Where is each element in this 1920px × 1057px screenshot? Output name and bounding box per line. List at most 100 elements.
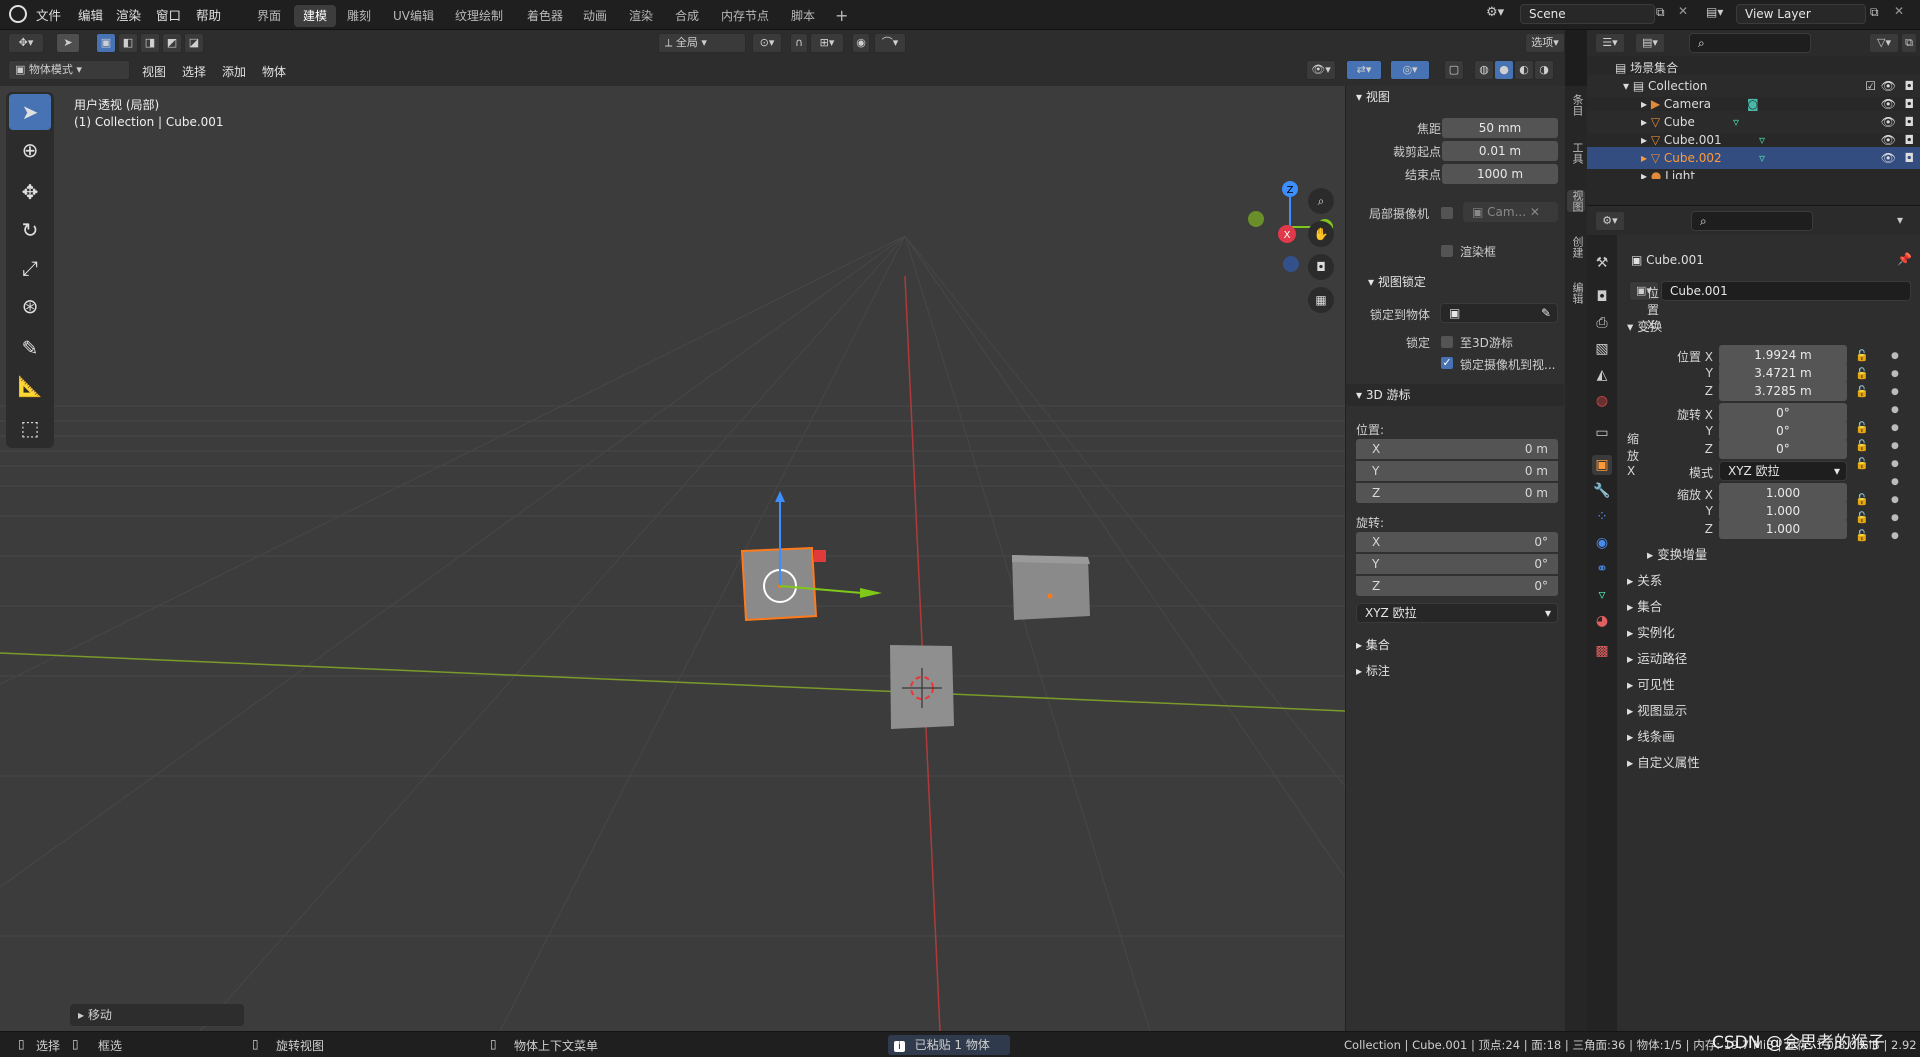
rotation-x-field[interactable]: 0° bbox=[1719, 403, 1847, 423]
outliner-search-input[interactable]: ⌕ bbox=[1689, 33, 1811, 53]
custom-properties-section[interactable]: ▸ 自定义属性 bbox=[1617, 751, 1920, 775]
scene-icon[interactable]: ⚙▾ bbox=[1486, 5, 1516, 25]
tab-uv-editing[interactable]: UV编辑 bbox=[384, 5, 443, 27]
menu-edit[interactable]: 编辑 bbox=[78, 5, 103, 24]
shading-rendered-icon[interactable]: ◑ bbox=[1534, 60, 1554, 80]
rotation-mode-dropdown[interactable]: XYZ 欧拉 ▾ bbox=[1719, 461, 1847, 481]
focal-length-field[interactable]: 50 mm bbox=[1442, 118, 1558, 138]
outliner-editor-icon[interactable]: ☰▾ bbox=[1595, 33, 1625, 53]
tab-compositing[interactable]: 合成 bbox=[666, 5, 708, 27]
world-tab-icon[interactable]: ◍ bbox=[1592, 391, 1612, 411]
scale-tool-icon[interactable]: ⤢ bbox=[9, 250, 51, 286]
tool-tab-icon[interactable]: ⚒ bbox=[1592, 253, 1612, 273]
select-mode-extend-icon[interactable]: ◧ bbox=[118, 33, 138, 53]
lock-camera-checkbox[interactable]: ✓ bbox=[1440, 356, 1454, 370]
new-scene-icon[interactable]: ⧉ bbox=[1656, 5, 1674, 23]
tab-geometry-nodes[interactable]: 内存节点 bbox=[712, 5, 778, 27]
tab-animation[interactable]: 动画 bbox=[574, 5, 616, 27]
physics-tab-icon[interactable]: ◉ bbox=[1592, 533, 1612, 553]
properties-search-input[interactable]: ⌕ bbox=[1691, 211, 1813, 231]
cursor-rotation-x[interactable]: X 0° bbox=[1356, 532, 1558, 552]
tab-layout[interactable]: 界面 bbox=[248, 5, 290, 27]
viewport-display-section[interactable]: ▸ 视图显示 bbox=[1617, 699, 1920, 723]
add-workspace-icon[interactable]: + bbox=[826, 5, 857, 27]
tab-edit[interactable]: 编辑 bbox=[1567, 282, 1585, 304]
snap-icon[interactable]: ∩ bbox=[790, 33, 808, 53]
select-mode-subtract-icon[interactable]: ◨ bbox=[140, 33, 160, 53]
object-tab-icon[interactable]: ▣ bbox=[1592, 455, 1612, 475]
xray-icon[interactable]: ▢ bbox=[1444, 60, 1464, 80]
tab-create[interactable]: 创建 bbox=[1567, 236, 1585, 258]
render-border-checkbox[interactable] bbox=[1440, 244, 1454, 258]
tab-tool[interactable]: 工具 bbox=[1567, 142, 1585, 164]
tab-item[interactable]: 条目 bbox=[1567, 94, 1585, 116]
modifier-tab-icon[interactable]: 🔧 bbox=[1592, 481, 1612, 501]
constraints-tab-icon[interactable]: ⚭ bbox=[1592, 559, 1612, 579]
mode-dropdown[interactable]: ▣ 物体模式 ▾ bbox=[8, 60, 130, 80]
options-dropdown[interactable]: 选项▾ bbox=[1525, 33, 1565, 53]
scene-field[interactable]: Scene bbox=[1520, 4, 1655, 24]
menu-help[interactable]: 帮助 bbox=[196, 5, 221, 24]
visibility-section[interactable]: ▸ 可见性 bbox=[1617, 673, 1920, 697]
menu-file[interactable]: 文件 bbox=[36, 5, 61, 24]
pan-icon[interactable]: ✋ bbox=[1308, 221, 1334, 247]
blender-logo-icon[interactable] bbox=[9, 5, 27, 23]
clip-end-field[interactable]: 1000 m bbox=[1442, 164, 1558, 184]
add-cube-tool-icon[interactable]: ⬚ bbox=[9, 410, 51, 446]
collection-section-header[interactable]: ▸ 集合 bbox=[1346, 634, 1564, 656]
new-collection-icon[interactable]: ⧉ bbox=[1901, 33, 1917, 53]
viewport-scene[interactable]: Z Y X bbox=[0, 86, 1345, 1031]
properties-collapse-icon[interactable]: ▾ bbox=[1897, 213, 1903, 227]
select-tool-icon[interactable]: ➤ bbox=[56, 33, 80, 53]
cursor-section-header[interactable]: ▾ 3D 游标 bbox=[1346, 384, 1564, 406]
transform-orientation-dropdown[interactable]: ⟂ 全局 ▾ bbox=[658, 33, 746, 53]
cursor-location-z[interactable]: Z 0 m bbox=[1356, 483, 1558, 503]
location-y-field[interactable]: 3.4721 m bbox=[1719, 363, 1847, 383]
clip-start-field[interactable]: 0.01 m bbox=[1442, 141, 1558, 161]
rotation-y-field[interactable]: 0° bbox=[1719, 421, 1847, 441]
annotate-tool-icon[interactable]: ✎ bbox=[9, 330, 51, 366]
annotation-section-header[interactable]: ▸ 标注 bbox=[1346, 660, 1564, 682]
instancing-section[interactable]: ▸ 实例化 bbox=[1617, 621, 1920, 645]
tab-view[interactable]: 视图 bbox=[1567, 190, 1585, 212]
display-mode-icon[interactable]: ▤▾ bbox=[1635, 33, 1665, 53]
overlays-icon[interactable]: ◎▾ bbox=[1390, 60, 1430, 80]
cube-002[interactable] bbox=[1012, 555, 1090, 620]
select-mode-new-icon[interactable]: ▣ bbox=[96, 33, 116, 53]
object-name-field[interactable]: Cube.001 bbox=[1661, 281, 1911, 301]
line-art-section[interactable]: ▸ 线条画 bbox=[1617, 725, 1920, 749]
local-camera-field[interactable]: ▣ Cam... ✕ bbox=[1463, 202, 1558, 222]
cursor-rotation-z[interactable]: Z 0° bbox=[1356, 576, 1558, 596]
menu-view[interactable]: 视图 bbox=[142, 63, 166, 80]
tab-sculpting[interactable]: 雕刻 bbox=[338, 5, 380, 27]
transform-section-header[interactable]: ▾ 变换 bbox=[1617, 315, 1920, 339]
3d-viewport[interactable]: Z Y X 用户透视 (局部) (1) Collection | Cube.00… bbox=[0, 86, 1345, 1031]
tab-rendering[interactable]: 渲染 bbox=[620, 5, 662, 27]
output-tab-icon[interactable]: ⎙ bbox=[1592, 313, 1612, 333]
operator-panel[interactable]: ▸ 移动 bbox=[70, 1004, 244, 1026]
shading-wireframe-icon[interactable]: ◍ bbox=[1474, 60, 1494, 80]
menu-object[interactable]: 物体 bbox=[262, 63, 286, 80]
delete-scene-icon[interactable]: ✕ bbox=[1678, 4, 1696, 22]
visibility-icon[interactable]: 👁▾ bbox=[1306, 60, 1336, 80]
motion-paths-section[interactable]: ▸ 运动路径 bbox=[1617, 647, 1920, 671]
view-layer-icon[interactable]: ▤▾ bbox=[1706, 5, 1734, 23]
scale-y-field[interactable]: 1.000 bbox=[1719, 501, 1847, 521]
delta-transform-header[interactable]: ▸ 变换增量 bbox=[1617, 543, 1920, 567]
zoom-icon[interactable]: ⌕ bbox=[1308, 188, 1334, 214]
collection-tab-icon[interactable]: ▭ bbox=[1592, 423, 1612, 443]
menu-window[interactable]: 窗口 bbox=[156, 5, 181, 24]
location-x-field[interactable]: 1.9924 m bbox=[1719, 345, 1847, 365]
local-camera-checkbox[interactable] bbox=[1440, 206, 1454, 220]
editor-type-icon[interactable]: ✥▾ bbox=[8, 33, 44, 53]
new-view-layer-icon[interactable]: ⧉ bbox=[1870, 5, 1888, 23]
delete-view-layer-icon[interactable]: ✕ bbox=[1894, 4, 1912, 22]
lock-to-object-field[interactable]: ▣ ✎ bbox=[1440, 303, 1558, 323]
menu-add[interactable]: 添加 bbox=[222, 63, 246, 80]
cursor-location-x[interactable]: X 0 m bbox=[1356, 439, 1558, 459]
shading-solid-icon[interactable]: ● bbox=[1494, 60, 1514, 80]
collections-section[interactable]: ▸ 集合 bbox=[1617, 595, 1920, 619]
scale-z-field[interactable]: 1.000 bbox=[1719, 519, 1847, 539]
rotation-z-field[interactable]: 0° bbox=[1719, 439, 1847, 459]
view-section-header[interactable]: ▾ 视图 bbox=[1346, 86, 1564, 108]
